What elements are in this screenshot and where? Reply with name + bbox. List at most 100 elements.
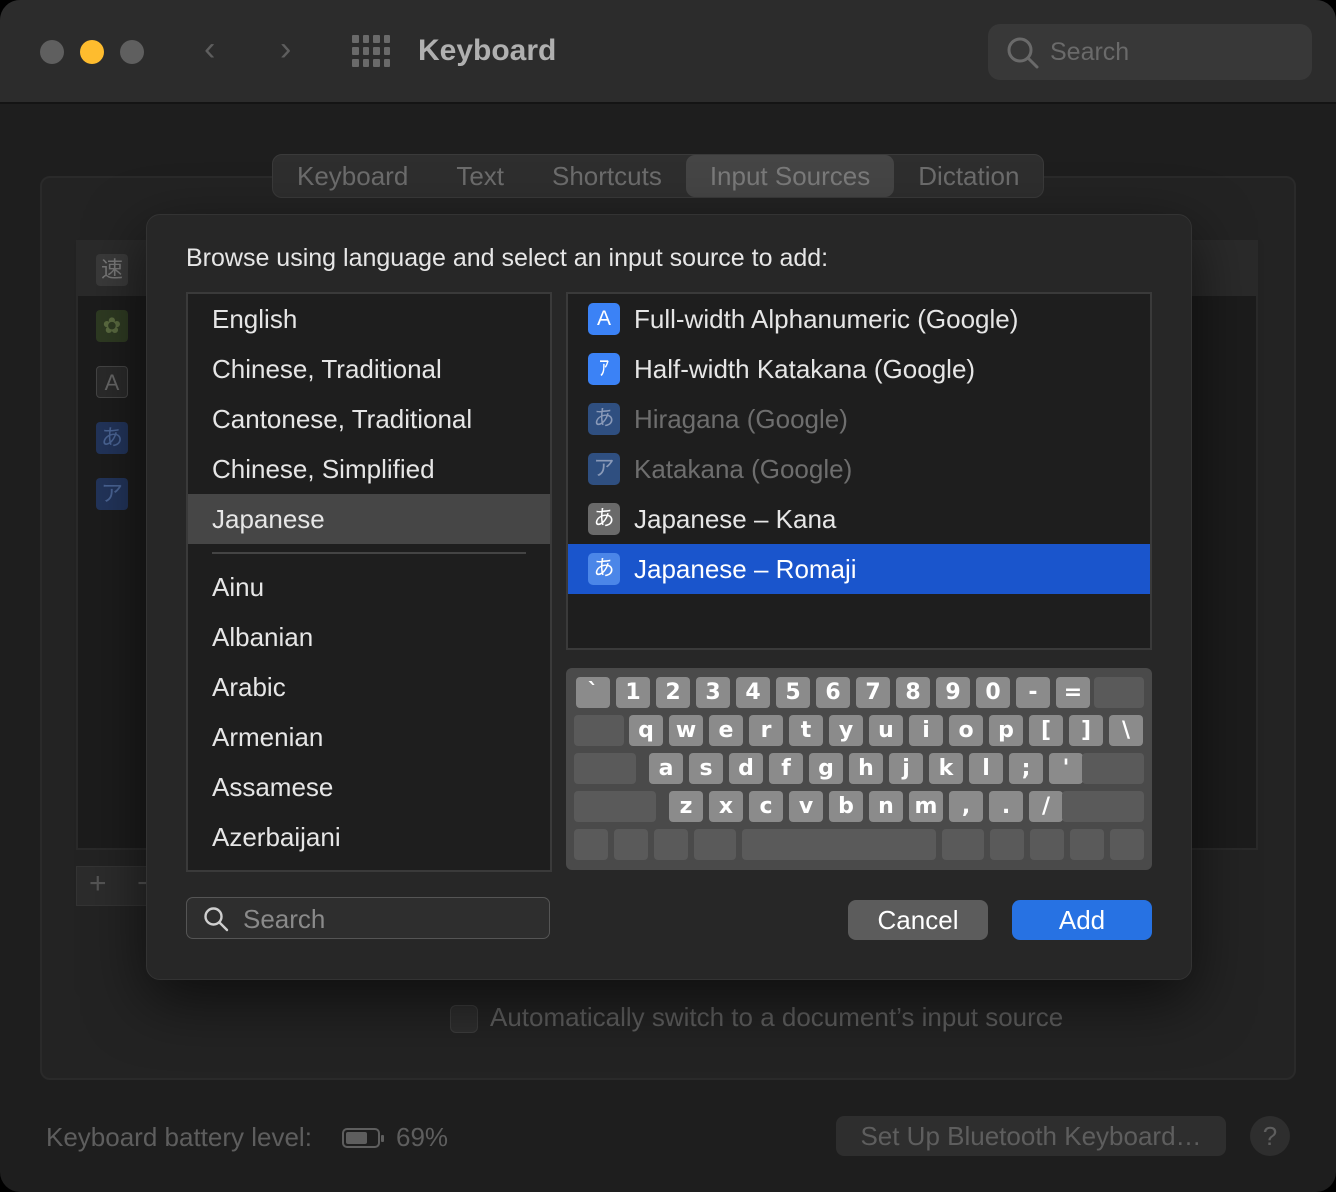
input-source-label: Full-width Alphanumeric (Google) [634, 304, 1019, 334]
close-button[interactable] [40, 40, 64, 64]
input-source-icon: あ [588, 553, 620, 585]
keyboard-key: h [849, 753, 883, 784]
tab-shortcuts[interactable]: Shortcuts [528, 155, 686, 197]
toolbar-search-field[interactable]: Search [988, 24, 1312, 80]
leaf-icon: ✿ [96, 310, 128, 342]
keyboard-modifier-key [1062, 791, 1144, 822]
keyboard-key: i [909, 715, 943, 746]
input-source-item-selected[interactable]: あ Japanese – Romaji [568, 544, 1150, 594]
keyboard-key: k [929, 753, 963, 784]
language-item[interactable]: Chinese, Traditional [188, 344, 550, 394]
keyboard-key: t [789, 715, 823, 746]
language-item[interactable]: Armenian [188, 712, 550, 762]
window-title: Keyboard [418, 34, 557, 67]
input-source-list[interactable]: A Full-width Alphanumeric (Google) ｱ Half-w… [566, 292, 1152, 650]
keyboard-modifier-key [1082, 753, 1144, 784]
language-search-field[interactable]: Search [186, 897, 550, 939]
show-all-grid-icon[interactable] [352, 35, 390, 67]
keyboard-key: f [769, 753, 803, 784]
keyboard-modifier-key [1094, 677, 1144, 708]
keyboard-key: g [809, 753, 843, 784]
tab-keyboard[interactable]: Keyboard [273, 155, 432, 197]
input-source-item[interactable]: ア Katakana (Google) [568, 444, 1150, 494]
language-item[interactable]: Chinese, Simplified [188, 444, 550, 494]
preference-tabs: Keyboard Text Shortcuts Input Sources Di… [272, 154, 1045, 198]
zoom-button[interactable] [120, 40, 144, 64]
language-item[interactable]: Arabic [188, 662, 550, 712]
language-item-selected[interactable]: Japanese [188, 494, 550, 544]
keyboard-key: . [989, 791, 1023, 822]
toolbar-search-placeholder: Search [1050, 38, 1130, 66]
keyboard-layout-preview: ` 1 2 3 4 5 6 7 8 9 0- = q w e r t y u i o p[] \ a s d f g h j k l; ' z x c… [566, 668, 1152, 870]
language-item[interactable]: Assamese [188, 762, 550, 812]
keyboard-key: d [729, 753, 763, 784]
language-item[interactable]: Cantonese, Traditional [188, 394, 550, 444]
input-source-label: Japanese – Kana [634, 504, 837, 534]
keyboard-modifier-key [574, 829, 608, 860]
keyboard-key: x [709, 791, 743, 822]
keyboard-key: p [989, 715, 1023, 746]
minimize-button[interactable] [80, 40, 104, 64]
language-item[interactable]: Azerbaijani [188, 812, 550, 862]
keyboard-key: 4 [736, 677, 770, 708]
language-search-placeholder: Search [243, 904, 326, 934]
add-source-button[interactable]: + [89, 867, 107, 901]
system-preferences-window: ‹ › Keyboard Search Keyboard Text Shortc… [0, 0, 1336, 1192]
keyboard-key: , [949, 791, 983, 822]
input-source-item[interactable]: あ Japanese – Kana [568, 494, 1150, 544]
input-source-icon: A [588, 303, 620, 335]
tab-input-sources[interactable]: Input Sources [685, 155, 895, 197]
keyboard-key: 2 [656, 677, 690, 708]
keyboard-key: b [829, 791, 863, 822]
language-item[interactable]: Ainu [188, 562, 550, 612]
keyboard-key: 9 [936, 677, 970, 708]
keyboard-key: ' [1049, 753, 1083, 784]
input-source-item[interactable]: あ Hiragana (Google) [568, 394, 1150, 444]
keyboard-key: y [829, 715, 863, 746]
language-item[interactable]: Albanian [188, 612, 550, 662]
language-list[interactable]: English Chinese, Traditional Cantonese, … [186, 292, 552, 872]
keyboard-key: 1 [616, 677, 650, 708]
keyboard-key: u [869, 715, 903, 746]
input-source-label: Half-width Katakana (Google) [634, 354, 976, 384]
keyboard-modifier-key [694, 829, 736, 860]
keyboard-modifier-key [574, 791, 656, 822]
keyboard-key: 6 [816, 677, 850, 708]
input-source-icon: あ [96, 422, 128, 454]
input-source-item[interactable]: ｱ Half-width Katakana (Google) [568, 344, 1150, 394]
keyboard-modifier-key [574, 753, 636, 784]
auto-switch-checkbox[interactable] [450, 1005, 478, 1033]
titlebar: ‹ › Keyboard Search [0, 0, 1336, 104]
keyboard-modifier-key [1070, 829, 1104, 860]
forward-chevron-icon[interactable]: › [280, 30, 291, 69]
battery-fill [346, 1132, 367, 1144]
tab-text[interactable]: Text [432, 155, 528, 197]
battery-label: Keyboard battery level: [46, 1122, 312, 1152]
keyboard-key: m [909, 791, 943, 822]
keyboard-key: q [629, 715, 663, 746]
keyboard-modifier-key [614, 829, 648, 860]
keyboard-modifier-key [942, 829, 984, 860]
add-button[interactable]: Add [1012, 900, 1152, 940]
input-source-icon: あ [588, 403, 620, 435]
keyboard-modifier-key [1110, 829, 1144, 860]
keyboard-key: ] [1069, 715, 1103, 746]
keyboard-key: 5 [776, 677, 810, 708]
cancel-button[interactable]: Cancel [848, 900, 988, 940]
keyboard-key: n [869, 791, 903, 822]
language-separator [212, 552, 526, 554]
input-source-item[interactable]: A Full-width Alphanumeric (Google) [568, 294, 1150, 344]
help-button[interactable]: ? [1250, 1116, 1290, 1156]
keyboard-modifier-key [1030, 829, 1064, 860]
battery-value: 69% [396, 1122, 449, 1152]
back-chevron-icon[interactable]: ‹ [204, 30, 215, 69]
sheet-prompt: Browse using language and select an inpu… [186, 244, 829, 272]
keyboard-key: [ [1029, 715, 1063, 746]
auto-switch-label: Automatically switch to a document’s inp… [490, 1002, 1064, 1032]
search-icon [204, 907, 229, 932]
keyboard-key: l [969, 753, 1003, 784]
language-item[interactable]: English [188, 294, 550, 344]
keyboard-modifier-key [990, 829, 1024, 860]
tab-dictation[interactable]: Dictation [894, 155, 1043, 197]
setup-bluetooth-keyboard-button[interactable]: Set Up Bluetooth Keyboard… [836, 1116, 1226, 1156]
